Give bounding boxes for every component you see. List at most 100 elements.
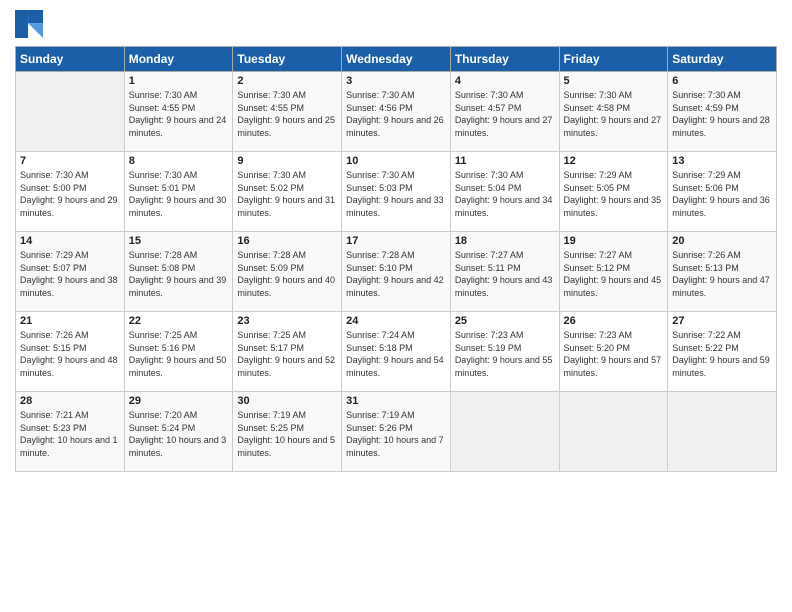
calendar-cell: 8 Sunrise: 7:30 AMSunset: 5:01 PMDaylight…: [124, 152, 233, 232]
day-number: 5: [564, 75, 664, 87]
calendar-cell: 17Sunrise: 7:28 AMSunset: 5:10 PMDayligh…: [342, 232, 451, 312]
day-number: 12: [564, 155, 664, 167]
day-number: 29: [129, 395, 229, 407]
day-info: Sunrise: 7:30 AMSunset: 4:56 PMDaylight:…: [346, 89, 446, 139]
calendar-cell: 12 Sunrise: 7:29 AMSunset: 5:05 PMDayligh…: [559, 152, 668, 232]
day-number: 31: [346, 395, 446, 407]
day-number: 28: [20, 395, 120, 407]
day-number: 4: [455, 75, 555, 87]
logo: [15, 10, 47, 38]
calendar-cell: 11 Sunrise: 7:30 AMSunset: 5:04 PMDayligh…: [450, 152, 559, 232]
day-info: Sunrise: 7:30 AMSunset: 5:02 PMDaylight:…: [237, 169, 337, 219]
calendar-week-5: 28 Sunrise: 7:21 AMSunset: 5:23 PMDayligh…: [16, 392, 777, 472]
day-number: 15: [129, 235, 229, 247]
day-header-saturday: Saturday: [668, 47, 777, 72]
calendar-cell: 5 Sunrise: 7:30 AMSunset: 4:58 PMDaylight…: [559, 72, 668, 152]
day-info: Sunrise: 7:27 AMSunset: 5:11 PMDaylight:…: [455, 249, 555, 299]
day-number: 14: [20, 235, 120, 247]
day-info: Sunrise: 7:30 AMSunset: 4:57 PMDaylight:…: [455, 89, 555, 139]
day-number: 17: [346, 235, 446, 247]
calendar-cell: [668, 392, 777, 472]
day-info: Sunrise: 7:30 AMSunset: 4:55 PMDaylight:…: [237, 89, 337, 139]
day-info: Sunrise: 7:30 AMSunset: 5:04 PMDaylight:…: [455, 169, 555, 219]
day-number: 21: [20, 315, 120, 327]
day-number: 7: [20, 155, 120, 167]
day-info: Sunrise: 7:22 AMSunset: 5:22 PMDaylight:…: [672, 329, 772, 379]
calendar-cell: 19 Sunrise: 7:27 AMSunset: 5:12 PMDayligh…: [559, 232, 668, 312]
day-number: 3: [346, 75, 446, 87]
calendar-cell: 21 Sunrise: 7:26 AMSunset: 5:15 PMDayligh…: [16, 312, 125, 392]
calendar-cell: 10 Sunrise: 7:30 AMSunset: 5:03 PMDayligh…: [342, 152, 451, 232]
day-info: Sunrise: 7:26 AMSunset: 5:15 PMDaylight:…: [20, 329, 120, 379]
day-info: Sunrise: 7:28 AMSunset: 5:08 PMDaylight:…: [129, 249, 229, 299]
calendar-cell: [559, 392, 668, 472]
day-info: Sunrise: 7:29 AMSunset: 5:07 PMDaylight:…: [20, 249, 120, 299]
calendar-cell: 24 Sunrise: 7:24 AMSunset: 5:18 PMDayligh…: [342, 312, 451, 392]
day-number: 19: [564, 235, 664, 247]
day-number: 6: [672, 75, 772, 87]
day-header-thursday: Thursday: [450, 47, 559, 72]
day-number: 11: [455, 155, 555, 167]
day-header-tuesday: Tuesday: [233, 47, 342, 72]
calendar-cell: 27 Sunrise: 7:22 AMSunset: 5:22 PMDayligh…: [668, 312, 777, 392]
day-header-sunday: Sunday: [16, 47, 125, 72]
day-info: Sunrise: 7:30 AMSunset: 4:58 PMDaylight:…: [564, 89, 664, 139]
calendar-week-2: 7 Sunrise: 7:30 AMSunset: 5:00 PMDaylight…: [16, 152, 777, 232]
day-info: Sunrise: 7:28 AMSunset: 5:09 PMDaylight:…: [237, 249, 337, 299]
day-info: Sunrise: 7:29 AMSunset: 5:05 PMDaylight:…: [564, 169, 664, 219]
calendar-cell: [450, 392, 559, 472]
page: SundayMondayTuesdayWednesdayThursdayFrid…: [0, 0, 792, 612]
calendar-week-1: 1 Sunrise: 7:30 AMSunset: 4:55 PMDaylight…: [16, 72, 777, 152]
calendar-cell: 9 Sunrise: 7:30 AMSunset: 5:02 PMDaylight…: [233, 152, 342, 232]
day-number: 25: [455, 315, 555, 327]
calendar-cell: 30Sunrise: 7:19 AMSunset: 5:25 PMDayligh…: [233, 392, 342, 472]
calendar-cell: 28 Sunrise: 7:21 AMSunset: 5:23 PMDayligh…: [16, 392, 125, 472]
day-number: 10: [346, 155, 446, 167]
calendar-cell: 13 Sunrise: 7:29 AMSunset: 5:06 PMDayligh…: [668, 152, 777, 232]
calendar-cell: 20 Sunrise: 7:26 AMSunset: 5:13 PMDayligh…: [668, 232, 777, 312]
calendar-cell: [16, 72, 125, 152]
calendar-week-4: 21 Sunrise: 7:26 AMSunset: 5:15 PMDayligh…: [16, 312, 777, 392]
day-header-wednesday: Wednesday: [342, 47, 451, 72]
day-info: Sunrise: 7:23 AMSunset: 5:20 PMDaylight:…: [564, 329, 664, 379]
day-header-friday: Friday: [559, 47, 668, 72]
day-number: 1: [129, 75, 229, 87]
day-number: 20: [672, 235, 772, 247]
calendar-cell: 29 Sunrise: 7:20 AMSunset: 5:24 PMDayligh…: [124, 392, 233, 472]
calendar-cell: 7 Sunrise: 7:30 AMSunset: 5:00 PMDaylight…: [16, 152, 125, 232]
day-number: 24: [346, 315, 446, 327]
day-info: Sunrise: 7:19 AMSunset: 5:25 PMDaylight:…: [237, 409, 337, 459]
calendar-cell: 3 Sunrise: 7:30 AMSunset: 4:56 PMDaylight…: [342, 72, 451, 152]
calendar-cell: 25 Sunrise: 7:23 AMSunset: 5:19 PMDayligh…: [450, 312, 559, 392]
day-info: Sunrise: 7:30 AMSunset: 5:01 PMDaylight:…: [129, 169, 229, 219]
day-number: 16: [237, 235, 337, 247]
day-info: Sunrise: 7:30 AMSunset: 5:03 PMDaylight:…: [346, 169, 446, 219]
calendar-cell: 16 Sunrise: 7:28 AMSunset: 5:09 PMDayligh…: [233, 232, 342, 312]
day-number: 8: [129, 155, 229, 167]
day-number: 26: [564, 315, 664, 327]
day-info: Sunrise: 7:26 AMSunset: 5:13 PMDaylight:…: [672, 249, 772, 299]
header: [15, 10, 777, 38]
day-number: 13: [672, 155, 772, 167]
day-info: Sunrise: 7:27 AMSunset: 5:12 PMDaylight:…: [564, 249, 664, 299]
day-info: Sunrise: 7:20 AMSunset: 5:24 PMDaylight:…: [129, 409, 229, 459]
day-info: Sunrise: 7:23 AMSunset: 5:19 PMDaylight:…: [455, 329, 555, 379]
day-info: Sunrise: 7:25 AMSunset: 5:17 PMDaylight:…: [237, 329, 337, 379]
calendar-cell: 14 Sunrise: 7:29 AMSunset: 5:07 PMDayligh…: [16, 232, 125, 312]
calendar-cell: 15 Sunrise: 7:28 AMSunset: 5:08 PMDayligh…: [124, 232, 233, 312]
calendar-week-3: 14 Sunrise: 7:29 AMSunset: 5:07 PMDayligh…: [16, 232, 777, 312]
day-number: 9: [237, 155, 337, 167]
calendar-cell: 23 Sunrise: 7:25 AMSunset: 5:17 PMDayligh…: [233, 312, 342, 392]
calendar-cell: 1Sunrise: 7:30 AMSunset: 4:55 PMDaylight…: [124, 72, 233, 152]
day-number: 22: [129, 315, 229, 327]
day-info: Sunrise: 7:30 AMSunset: 5:00 PMDaylight:…: [20, 169, 120, 219]
day-number: 27: [672, 315, 772, 327]
day-info: Sunrise: 7:29 AMSunset: 5:06 PMDaylight:…: [672, 169, 772, 219]
day-info: Sunrise: 7:21 AMSunset: 5:23 PMDaylight:…: [20, 409, 120, 459]
day-number: 23: [237, 315, 337, 327]
day-info: Sunrise: 7:24 AMSunset: 5:18 PMDaylight:…: [346, 329, 446, 379]
day-info: Sunrise: 7:25 AMSunset: 5:16 PMDaylight:…: [129, 329, 229, 379]
day-info: Sunrise: 7:30 AMSunset: 4:59 PMDaylight:…: [672, 89, 772, 139]
calendar-cell: 18Sunrise: 7:27 AMSunset: 5:11 PMDayligh…: [450, 232, 559, 312]
logo-icon: [15, 10, 43, 38]
